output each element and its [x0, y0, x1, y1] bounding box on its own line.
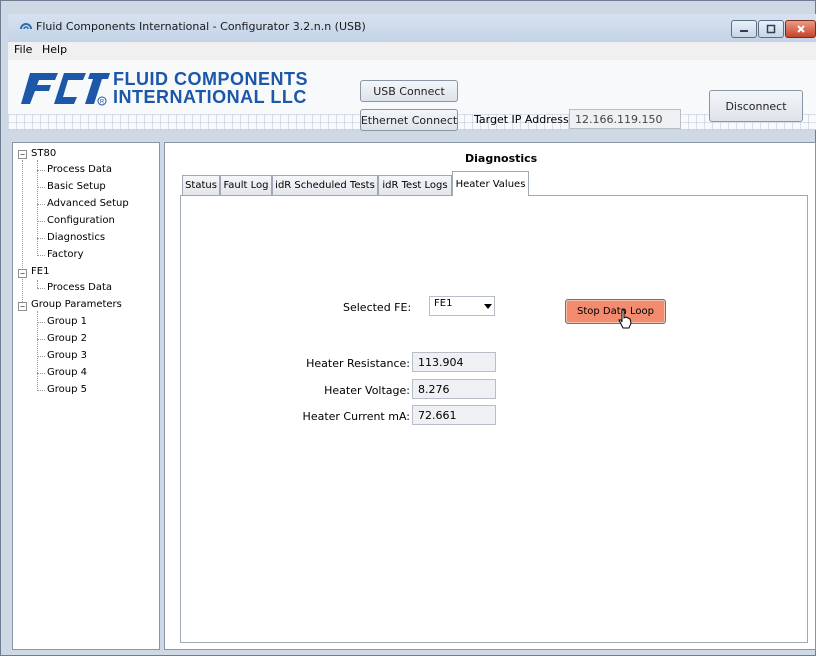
ethernet-connect-button[interactable]: Ethernet Connect	[360, 109, 458, 131]
logo-line2: INTERNATIONAL LLC	[113, 87, 307, 107]
heater-current-field[interactable]: 72.661	[412, 405, 496, 425]
svg-text:R: R	[100, 100, 105, 106]
tree-line	[37, 187, 45, 188]
tree-item-group-5[interactable]: Group 5	[47, 384, 87, 395]
tree-line	[37, 255, 45, 256]
tree-line	[37, 311, 38, 391]
window-title: Fluid Components International - Configu…	[36, 20, 366, 33]
page-title: Diagnostics	[465, 152, 538, 165]
tree-line	[37, 221, 45, 222]
tree-item-group-3[interactable]: Group 3	[47, 350, 87, 361]
logo-line1: FLUID COMPONENTS	[113, 69, 308, 89]
tab-status[interactable]: Status	[182, 175, 220, 195]
tree-item-group-4[interactable]: Group 4	[47, 367, 87, 378]
tree-item-configuration[interactable]: Configuration	[47, 215, 115, 226]
usb-connect-button[interactable]: USB Connect	[360, 80, 458, 102]
tree-item-st80[interactable]: ST80	[31, 148, 56, 159]
menu-help[interactable]: Help	[42, 43, 67, 56]
tree-line	[37, 339, 45, 340]
tree-item-fe1-process-data[interactable]: Process Data	[47, 282, 112, 293]
expand-collapse-icon[interactable]: −	[18, 269, 27, 278]
maximize-icon	[766, 24, 776, 34]
tree-item-group-2[interactable]: Group 2	[47, 333, 87, 344]
tree-item-group-1[interactable]: Group 1	[47, 316, 87, 327]
selected-fe-value: FE1	[434, 298, 453, 309]
minimize-icon	[740, 30, 748, 32]
tree-line	[37, 390, 45, 391]
fci-logo-mark: R	[21, 73, 110, 106]
expand-collapse-icon[interactable]: −	[18, 150, 27, 159]
selected-fe-label: Selected FE:	[343, 301, 412, 314]
tree-item-fe1[interactable]: FE1	[31, 266, 49, 277]
tree-item-process-data[interactable]: Process Data	[47, 164, 112, 175]
minimize-button[interactable]	[731, 20, 757, 38]
disconnect-button[interactable]: Disconnect	[709, 90, 803, 122]
tab-idr-scheduled-tests[interactable]: idR Scheduled Tests	[272, 175, 378, 195]
tree-item-basic-setup[interactable]: Basic Setup	[47, 181, 106, 192]
tree-line	[22, 160, 23, 308]
heater-resistance-field[interactable]: 113.904	[412, 352, 496, 372]
tree-line	[37, 238, 45, 239]
tree-line	[37, 322, 45, 323]
target-ip-label: Target IP Address:	[474, 113, 573, 126]
tree-line	[37, 204, 45, 205]
maximize-button[interactable]	[758, 20, 784, 38]
selected-fe-dropdown[interactable]: FE1	[429, 296, 495, 316]
tree-line	[37, 160, 38, 256]
heater-voltage-label: Heater Voltage:	[324, 384, 410, 397]
tab-idr-test-logs[interactable]: idR Test Logs	[378, 175, 452, 195]
fci-logo: R FLUID COMPONENTS INTERNATIONAL LLC	[18, 68, 348, 108]
app-icon	[20, 23, 32, 30]
close-button[interactable]	[785, 20, 816, 38]
heater-current-label: Heater Current mA:	[302, 410, 410, 423]
tab-fault-log[interactable]: Fault Log	[220, 175, 272, 195]
tree-item-advanced-setup[interactable]: Advanced Setup	[47, 198, 129, 209]
tree-item-group-parameters[interactable]: Group Parameters	[31, 299, 122, 310]
tree-line	[37, 288, 45, 289]
menu-bar	[8, 42, 816, 60]
target-ip-field[interactable]: 12.166.119.150	[569, 109, 681, 129]
expand-collapse-icon[interactable]: −	[18, 302, 27, 311]
close-icon	[796, 25, 805, 33]
stop-data-loop-button[interactable]: Stop Data Loop	[565, 299, 666, 324]
heater-resistance-label: Heater Resistance:	[306, 357, 410, 370]
tree-line	[37, 170, 45, 171]
tree-item-diagnostics[interactable]: Diagnostics	[47, 232, 105, 243]
heater-voltage-field[interactable]: 8.276	[412, 379, 496, 399]
chevron-down-icon	[484, 304, 492, 309]
tree-item-factory[interactable]: Factory	[47, 249, 84, 260]
hand-cursor-icon	[618, 309, 632, 329]
tree-line	[37, 356, 45, 357]
tree-line	[37, 280, 38, 288]
tree-line	[37, 373, 45, 374]
tab-heater-values[interactable]: Heater Values	[452, 171, 529, 196]
menu-file[interactable]: File	[14, 43, 32, 56]
